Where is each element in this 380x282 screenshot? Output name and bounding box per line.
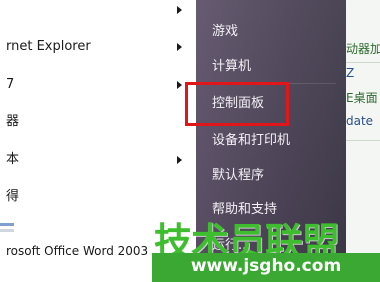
program-label: rnet Explorer xyxy=(6,39,91,54)
program-item[interactable]: 本 xyxy=(0,150,190,170)
program-item-word-2003[interactable]: rosoft Office Word 2003 xyxy=(0,240,152,262)
program-label: 7 xyxy=(6,77,15,92)
program-item[interactable]: 器 xyxy=(0,112,190,132)
list-separator xyxy=(0,223,14,226)
background-divider xyxy=(346,140,380,141)
program-item-internet-explorer[interactable]: rnet Explorer xyxy=(0,37,190,57)
menu-item-computer[interactable]: 计算机 xyxy=(212,57,251,77)
program-item[interactable]: 7 xyxy=(0,75,190,95)
program-label: 器 xyxy=(6,114,20,129)
menu-item-devices-printers[interactable]: 设备和打印机 xyxy=(212,131,290,151)
program-label: 得 xyxy=(6,189,20,204)
program-label: rosoft Office Word 2003 xyxy=(6,244,149,258)
background-divider xyxy=(346,62,380,63)
watermark-url: www.jsgho.com xyxy=(190,256,342,276)
background-text: date xyxy=(346,114,374,128)
menu-item-games[interactable]: 游戏 xyxy=(212,22,238,42)
program-label: 本 xyxy=(6,152,20,167)
background-text: 动器加 xyxy=(346,42,380,56)
background-window: 动器加 Z E桌面 date xyxy=(346,0,380,282)
submenu-arrow-icon xyxy=(177,81,182,89)
program-item[interactable] xyxy=(0,0,190,20)
menu-item-default-programs[interactable]: 默认程序 xyxy=(212,166,264,186)
highlight-box xyxy=(185,82,289,126)
list-separator xyxy=(0,229,14,232)
submenu-arrow-icon xyxy=(177,43,182,51)
background-text: E桌面 xyxy=(346,91,378,105)
background-text: Z xyxy=(346,66,355,80)
submenu-arrow-icon xyxy=(177,156,182,164)
submenu-arrow-icon xyxy=(177,6,182,14)
program-item[interactable]: 得 xyxy=(0,187,190,207)
